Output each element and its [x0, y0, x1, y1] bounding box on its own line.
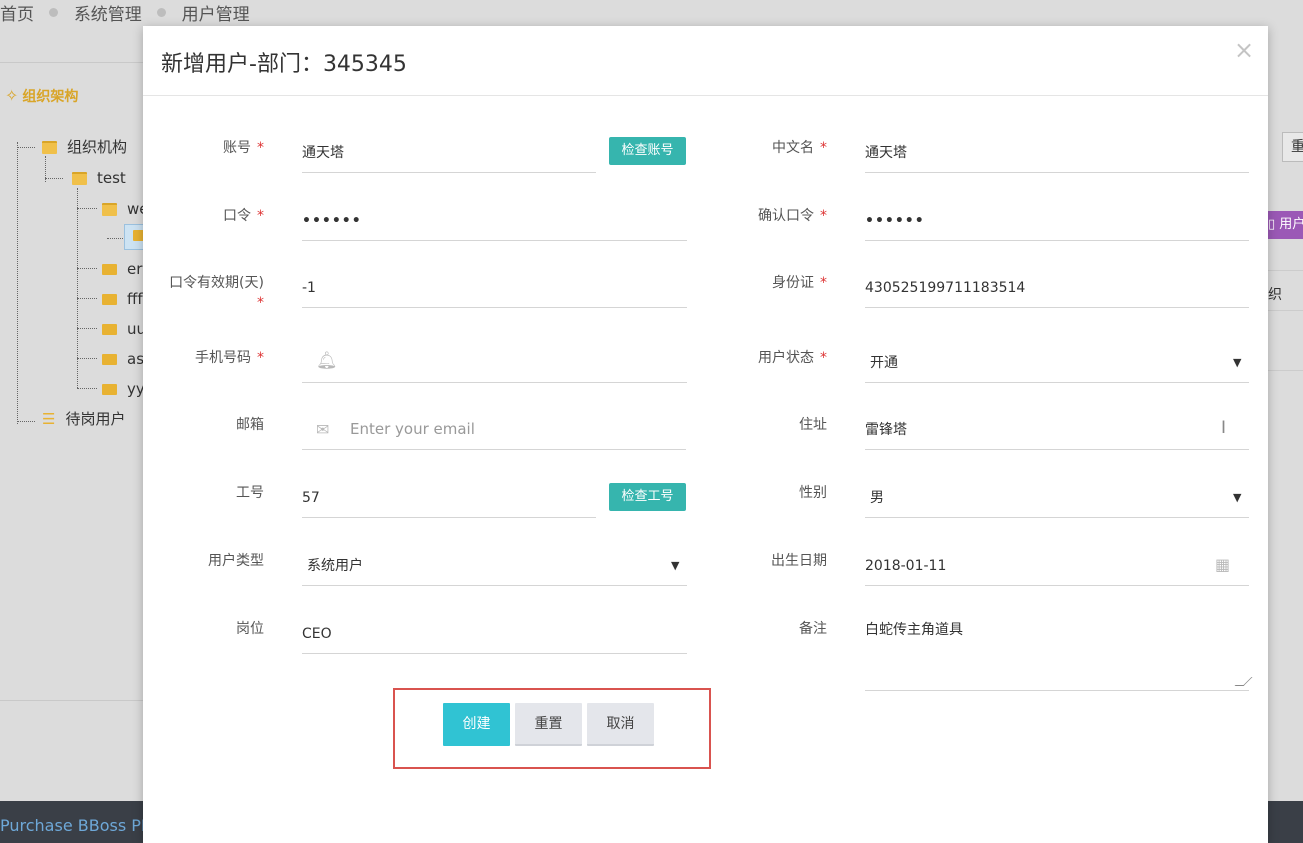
bell-icon: 🔔︎ [316, 351, 338, 371]
folder-icon [102, 294, 117, 305]
folder-open-icon [42, 141, 57, 154]
account-label: 账号 * [223, 140, 264, 156]
email-label: 邮箱 [236, 417, 264, 433]
tree-node-uu[interactable]: uu [102, 319, 146, 339]
gender-label: 性别 [799, 485, 827, 501]
background-reset-button[interactable]: 重 [1282, 132, 1303, 162]
remark-label: 备注 [799, 621, 827, 637]
breadcrumb-home[interactable]: 首页 [0, 0, 34, 25]
reset-button[interactable]: 重置 [515, 703, 582, 746]
list-icon: ☰ [42, 410, 56, 428]
divider [1268, 270, 1303, 271]
tree-node-root[interactable]: 组织机构 [42, 137, 127, 157]
tree-node-er[interactable]: er [102, 259, 142, 279]
breadcrumb-user-management[interactable]: 用户管理 [182, 0, 250, 25]
tree-node-as[interactable]: as [102, 349, 144, 369]
user-type-label: 用户类型 [208, 553, 264, 569]
panel-title: ✧ 组织架构 [5, 86, 79, 105]
birth-date-label: 出生日期 [771, 553, 827, 569]
breadcrumb-separator [157, 8, 167, 17]
background-column-text: 织 [1268, 287, 1282, 303]
folder-icon [102, 354, 117, 365]
phone-label: 手机号码 * [195, 350, 264, 366]
folder-icon [102, 384, 117, 395]
remark-textarea[interactable]: 白蛇传主角道具 [865, 614, 1249, 691]
text-cursor-icon: I [1221, 418, 1227, 438]
folder-open-icon [102, 203, 117, 216]
gender-select[interactable]: 男 ▼ [865, 480, 1249, 518]
tree-node-fff[interactable]: fff [102, 289, 143, 309]
footer-link[interactable]: Purchase BBoss PD [0, 816, 153, 835]
check-account-button[interactable]: 检查账号 [609, 137, 686, 165]
divider [0, 700, 150, 701]
create-button[interactable]: 创建 [443, 703, 510, 746]
divider [0, 62, 150, 63]
divider [1268, 310, 1303, 311]
address-field[interactable]: 雷锋塔 I [865, 412, 1249, 450]
password-validity-label: 口令有效期(天) * [169, 275, 264, 311]
calendar-icon[interactable]: ▦ [1215, 555, 1230, 574]
cancel-button[interactable]: 取消 [587, 703, 654, 746]
confirm-password-label: 确认口令 * [758, 208, 827, 224]
divider [1268, 370, 1303, 371]
position-field[interactable]: CEO [302, 616, 687, 654]
user-status-label: 用户状态 * [758, 350, 827, 366]
tree-node-we[interactable]: we [102, 199, 149, 219]
phone-field[interactable]: 🔔︎ [302, 345, 687, 383]
breadcrumb-system[interactable]: 系统管理 [74, 0, 142, 25]
caret-down-icon: ▼ [1233, 491, 1242, 504]
dialog-title: 新增用户-部门：345345 [161, 52, 407, 77]
doc-icon: ▯ [1268, 217, 1280, 232]
tree-node-test[interactable]: test [72, 168, 126, 188]
add-user-dialog: 新增用户-部门：345345 × 账号 * 通天塔 检查账号 口令 * ••••••… [143, 26, 1268, 843]
breadcrumb-separator [49, 8, 59, 17]
caret-down-icon: ▼ [1233, 356, 1242, 369]
breadcrumb: 首页 系统管理 用户管理 [0, 0, 250, 28]
background-user-button[interactable]: ▯ 用户 [1262, 211, 1303, 239]
folder-open-icon [72, 172, 87, 185]
work-no-label: 工号 [236, 485, 264, 501]
user-type-select[interactable]: 系统用户 ▼ [302, 548, 687, 586]
work-no-field[interactable]: 57 [302, 480, 596, 518]
id-card-label: 身份证 * [772, 275, 827, 291]
position-label: 岗位 [236, 621, 264, 637]
email-field[interactable]: ✉ Enter your email [302, 412, 686, 450]
envelope-icon: ✉ [316, 420, 330, 439]
close-icon[interactable]: × [1234, 36, 1254, 64]
address-label: 住址 [799, 417, 827, 433]
birth-date-field[interactable]: 2018-01-11 ▦ [865, 548, 1249, 586]
tree-node-standby[interactable]: ☰ 待岗用户 [42, 409, 125, 429]
tree-node-yy[interactable]: yy [102, 379, 145, 399]
password-label: 口令 * [223, 208, 264, 224]
user-status-select[interactable]: 开通 ▼ [865, 345, 1249, 383]
confirm-password-field[interactable]: •••••• [865, 203, 1249, 241]
password-validity-field[interactable]: -1 [302, 270, 687, 308]
dialog-header: 新增用户-部门：345345 × [143, 26, 1268, 96]
folder-icon [102, 324, 117, 335]
pin-icon: ✧ [5, 86, 19, 105]
chinese-name-label: 中文名 * [772, 140, 827, 156]
id-card-field[interactable]: 430525199711183514 [865, 270, 1249, 308]
caret-down-icon: ▼ [671, 559, 680, 572]
password-field[interactable]: •••••• [302, 203, 687, 241]
account-field[interactable]: 通天塔 [302, 135, 596, 173]
chinese-name-field[interactable]: 通天塔 [865, 135, 1249, 173]
check-work-no-button[interactable]: 检查工号 [609, 483, 686, 511]
folder-icon [102, 264, 117, 275]
